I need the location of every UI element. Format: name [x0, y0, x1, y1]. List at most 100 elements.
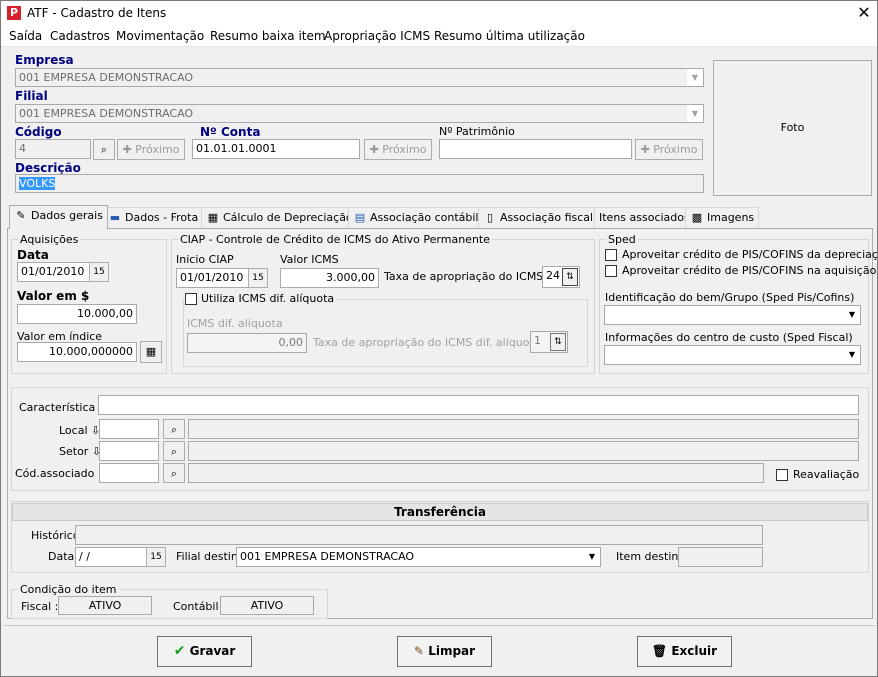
inicio-ciap-field[interactable]: 01/01/2010 [176, 268, 250, 288]
chevron-down-icon: ▼ [844, 306, 860, 324]
setor-field[interactable] [99, 441, 159, 461]
menu-saida[interactable]: Saída [9, 29, 42, 43]
excluir-button[interactable]: 🗑 Excluir [637, 636, 732, 667]
chevron-down-icon: ▼ [687, 69, 703, 86]
descricao-label: Descrição [15, 161, 81, 175]
condicao-title: Condição do item [18, 583, 119, 596]
calendar-icon[interactable]: 15 [248, 268, 268, 288]
descricao-value: VOLKS [19, 177, 56, 190]
codigo-proximo-button[interactable]: ✚ Próximo [117, 139, 185, 160]
tab-itens-associados[interactable]: Itens associados [594, 207, 695, 228]
conta-field[interactable]: 01.01.01.0001 [192, 139, 360, 159]
codigo-label: Código [15, 125, 62, 139]
chevron-down-icon: ▼ [844, 346, 860, 364]
valor-icms-field[interactable]: 3.000,00 [280, 268, 379, 288]
centro-custo-combo[interactable]: ▼ [604, 345, 861, 365]
calculator-icon[interactable]: ▦ [140, 341, 162, 363]
limpar-button[interactable]: ✎ Limpar [397, 636, 492, 667]
menu-apropriacao-icms[interactable]: Apropriação ICMS [324, 29, 430, 43]
tab-imagens[interactable]: ▩ Imagens [685, 207, 760, 228]
ident-bem-combo[interactable]: ▼ [604, 305, 861, 325]
cod-assoc-search-icon[interactable]: ⌕ [163, 463, 185, 483]
taxa-spinner[interactable]: 24 ⇅ [542, 266, 580, 288]
spinner-arrows-icon[interactable]: ⇅ [550, 333, 566, 351]
cod-assoc-label: Cód.associado ⇩ [15, 467, 107, 480]
codigo-field[interactable]: 4 [15, 139, 91, 159]
taxa-dif-spinner[interactable]: 1 ⇅ [530, 331, 568, 353]
contabil-status: ATIVO [220, 596, 314, 615]
icms-dif-field[interactable]: 0,00 [187, 333, 307, 353]
images-icon: ▩ [691, 211, 703, 224]
broom-icon: ✎ [413, 644, 424, 658]
chevron-down-icon: ▼ [584, 548, 600, 566]
tab-associacao-fiscal[interactable]: ▯ Associação fiscal [478, 207, 599, 228]
filial-destino-combo[interactable]: 001 EMPRESA DEMONSTRACAO ▼ [236, 547, 601, 567]
divider [3, 625, 875, 626]
patrimonio-label: Nº Patrimônio [439, 125, 515, 138]
descricao-field[interactable]: VOLKS [15, 174, 704, 193]
calendar-icon[interactable]: 15 [89, 262, 109, 282]
spinner-arrows-icon[interactable]: ⇅ [562, 268, 578, 286]
menu-resumo-baixa[interactable]: Resumo baixa item [210, 29, 326, 43]
caracteristica-label: Característica [19, 401, 96, 414]
fiscal-label: Fiscal : [21, 600, 59, 613]
item-destino-label: Item destino [616, 550, 686, 563]
transf-data-field[interactable]: / / [75, 547, 147, 567]
tab-dados-frota[interactable]: ▬ Dados - Frota [103, 207, 204, 228]
tab-dados-gerais[interactable]: ✎ Dados gerais [9, 205, 108, 229]
sped-title: Sped [606, 233, 638, 246]
tab-calculo-depreciacao[interactable]: ▦ Cálculo de Depreciação [201, 207, 358, 228]
menu-movimentacao[interactable]: Movimentação [116, 29, 204, 43]
aquisicoes-title: Aquisições [18, 233, 81, 246]
taxa-label: Taxa de apropriação do ICMS 1/ [384, 270, 558, 283]
setor-search-icon[interactable]: ⌕ [163, 441, 185, 461]
local-field[interactable] [99, 419, 159, 439]
historico-label: Histórico [31, 529, 80, 542]
caracteristica-field[interactable] [98, 395, 859, 415]
calendar-icon[interactable]: 15 [146, 547, 166, 567]
local-label: Local ⇩ [59, 424, 101, 437]
filial-destino-label: Filial destino [176, 550, 245, 563]
menu-resumo-ultima[interactable]: Resumo última utilização [434, 29, 585, 43]
patrimonio-proximo-button[interactable]: ✚ Próximo [635, 139, 703, 160]
reavaliacao-checkbox[interactable] [776, 469, 788, 481]
historico-field [75, 525, 763, 545]
close-icon[interactable]: ✕ [853, 2, 875, 24]
local-search-icon[interactable]: ⌕ [163, 419, 185, 439]
valor-field[interactable]: 10.000,00 [17, 304, 137, 324]
foto-label: Foto [780, 121, 805, 134]
data-aquisicao-label: Data [17, 248, 49, 262]
pis-depreciacao-checkbox[interactable] [605, 249, 617, 261]
tab-associacao-contabil[interactable]: ▤ Associação contábil [348, 207, 484, 228]
inicio-ciap-label: Inicio CIAP [176, 253, 234, 266]
pencil-icon: ✎ [16, 209, 26, 222]
transf-data-label: Data [48, 550, 75, 563]
pis-depreciacao-label: Aproveitar crédito de PIS/COFINS da depr… [622, 248, 878, 261]
gravar-button[interactable]: ✔ Gravar [157, 636, 252, 667]
ident-bem-label: Identificação do bem/Grupo (Sped Pis/Cof… [605, 291, 855, 304]
filial-combo[interactable]: 001 EMPRESA DEMONSTRACAO ▼ [15, 104, 704, 123]
search-binoculars-icon[interactable]: ⌕ [93, 139, 115, 160]
utiliza-icms-checkbox[interactable] [185, 293, 197, 305]
chevron-down-icon: ▼ [687, 105, 703, 122]
patrimonio-field[interactable] [439, 139, 632, 159]
cod-assoc-field[interactable] [99, 463, 159, 483]
icms-dif-label: ICMS dif. alíquota [187, 317, 283, 330]
data-aquisicao-field[interactable]: 01/01/2010 [17, 262, 91, 282]
filial-value: 001 EMPRESA DEMONSTRACAO [19, 107, 194, 120]
transferencia-title: Transferência [12, 503, 868, 521]
window-title: ATF - Cadastro de Itens [27, 6, 167, 20]
ciap-title: CIAP - Controle de Crédito de ICMS do At… [178, 233, 492, 246]
filial-label: Filial [15, 89, 48, 103]
menu-cadastros[interactable]: Cadastros [50, 29, 110, 43]
checkmark-icon: ✔ [173, 643, 186, 659]
empresa-combo[interactable]: 001 EMPRESA DEMONSTRACAO ▼ [15, 68, 704, 87]
pis-aquisicao-checkbox[interactable] [605, 265, 617, 277]
menu-bar: Saída Cadastros Movimentação Resumo baix… [1, 26, 877, 47]
taxa-dif-label: Taxa de apropriação do ICMS dif. alíquot… [313, 336, 555, 349]
conta-proximo-button[interactable]: ✚ Próximo [364, 139, 432, 160]
valor-indice-field[interactable]: 10.000,000000 [17, 342, 137, 362]
utiliza-icms-label: Utiliza ICMS dif. alíquota [199, 292, 337, 305]
trash-icon: 🗑 [651, 644, 668, 658]
photo-box[interactable]: Foto [713, 60, 872, 196]
